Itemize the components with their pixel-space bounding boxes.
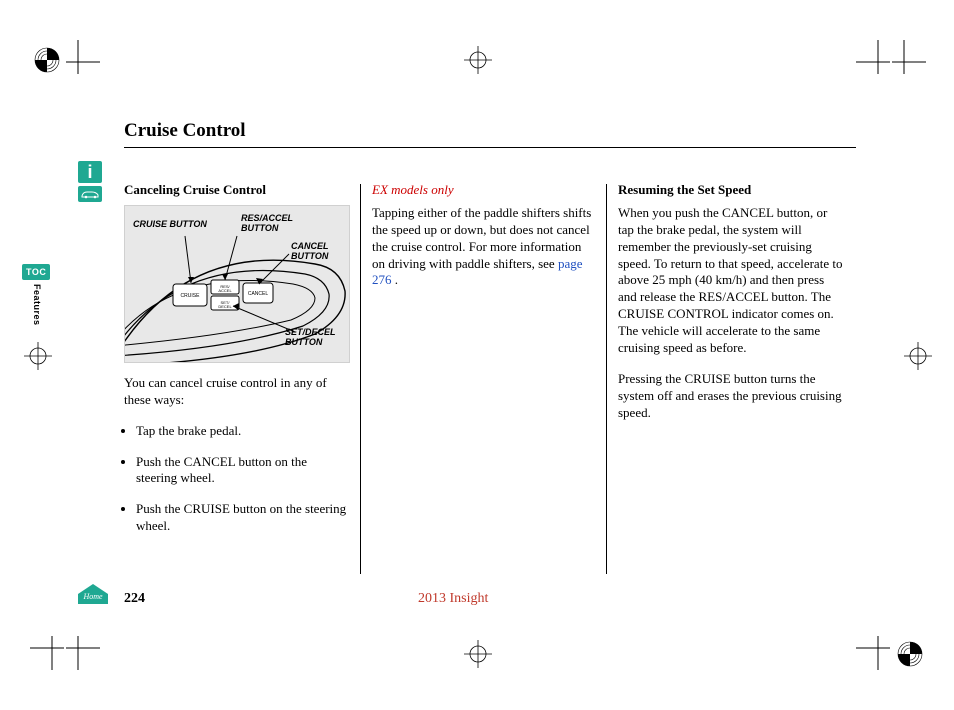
crop-mark-icon	[66, 636, 100, 670]
page-number: 224	[124, 591, 145, 607]
col2-body-b: .	[392, 272, 399, 287]
figure-label-cruise: CRUISE BUTTON	[133, 220, 207, 230]
crop-mark-icon	[856, 636, 890, 670]
col1-bullets: Tap the brake pedal. Push the CANCEL but…	[124, 423, 349, 535]
list-item: Push the CRUISE button on the steering w…	[136, 501, 349, 535]
svg-text:CRUISE: CRUISE	[181, 293, 201, 299]
crop-mark-icon	[66, 40, 100, 74]
info-icon[interactable]: i	[78, 161, 102, 183]
crop-mark-icon	[892, 40, 926, 74]
section-tab[interactable]: Features	[32, 284, 42, 326]
col2-body: Tapping either of the paddle shifters sh…	[372, 205, 597, 289]
column-3: Resuming the Set Speed When you push the…	[618, 182, 843, 436]
col1-heading: Canceling Cruise Control	[124, 182, 349, 199]
col3-p2: Pressing the CRUISE button turns the sys…	[618, 371, 843, 422]
page-title: Cruise Control	[124, 120, 246, 142]
crosshair-icon	[464, 46, 492, 74]
crosshair-icon	[464, 640, 492, 668]
svg-text:DECEL: DECEL	[218, 304, 232, 309]
figure-label-res: RES/ACCEL BUTTON	[241, 214, 301, 234]
col3-p1: When you push the CANCEL button, or tap …	[618, 205, 843, 357]
crop-mark-icon	[30, 636, 64, 670]
list-item: Push the CANCEL button on the steering w…	[136, 454, 349, 488]
crosshair-icon	[24, 342, 52, 370]
column-1: Canceling Cruise Control CRUISE RES/ ACC…	[124, 182, 349, 549]
col2-heading: EX models only	[372, 182, 597, 199]
crosshair-icon	[904, 342, 932, 370]
steering-wheel-figure: CRUISE RES/ ACCEL SET/ DECEL CANCEL CRUI…	[124, 205, 350, 363]
registration-mark-icon	[896, 640, 924, 668]
crop-mark-icon	[856, 40, 890, 74]
column-2: EX models only Tapping either of the pad…	[372, 182, 597, 303]
col1-intro: You can cancel cruise control in any of …	[124, 375, 349, 409]
toc-button[interactable]: TOC	[22, 264, 50, 280]
model-year: 2013 Insight	[418, 591, 488, 607]
home-button[interactable]: Home	[76, 582, 110, 604]
car-icon[interactable]	[78, 186, 102, 202]
column-divider	[360, 184, 361, 574]
svg-text:ACCEL: ACCEL	[218, 288, 232, 293]
col3-heading: Resuming the Set Speed	[618, 182, 843, 199]
figure-label-cancel: CANCEL BUTTON	[291, 242, 341, 262]
list-item: Tap the brake pedal.	[136, 423, 349, 440]
title-rule	[124, 147, 856, 148]
svg-text:Home: Home	[82, 592, 103, 601]
svg-text:CANCEL: CANCEL	[248, 291, 269, 297]
registration-mark-icon	[33, 46, 61, 74]
figure-label-set: SET/DECEL BUTTON	[285, 328, 345, 348]
column-divider	[606, 184, 607, 574]
